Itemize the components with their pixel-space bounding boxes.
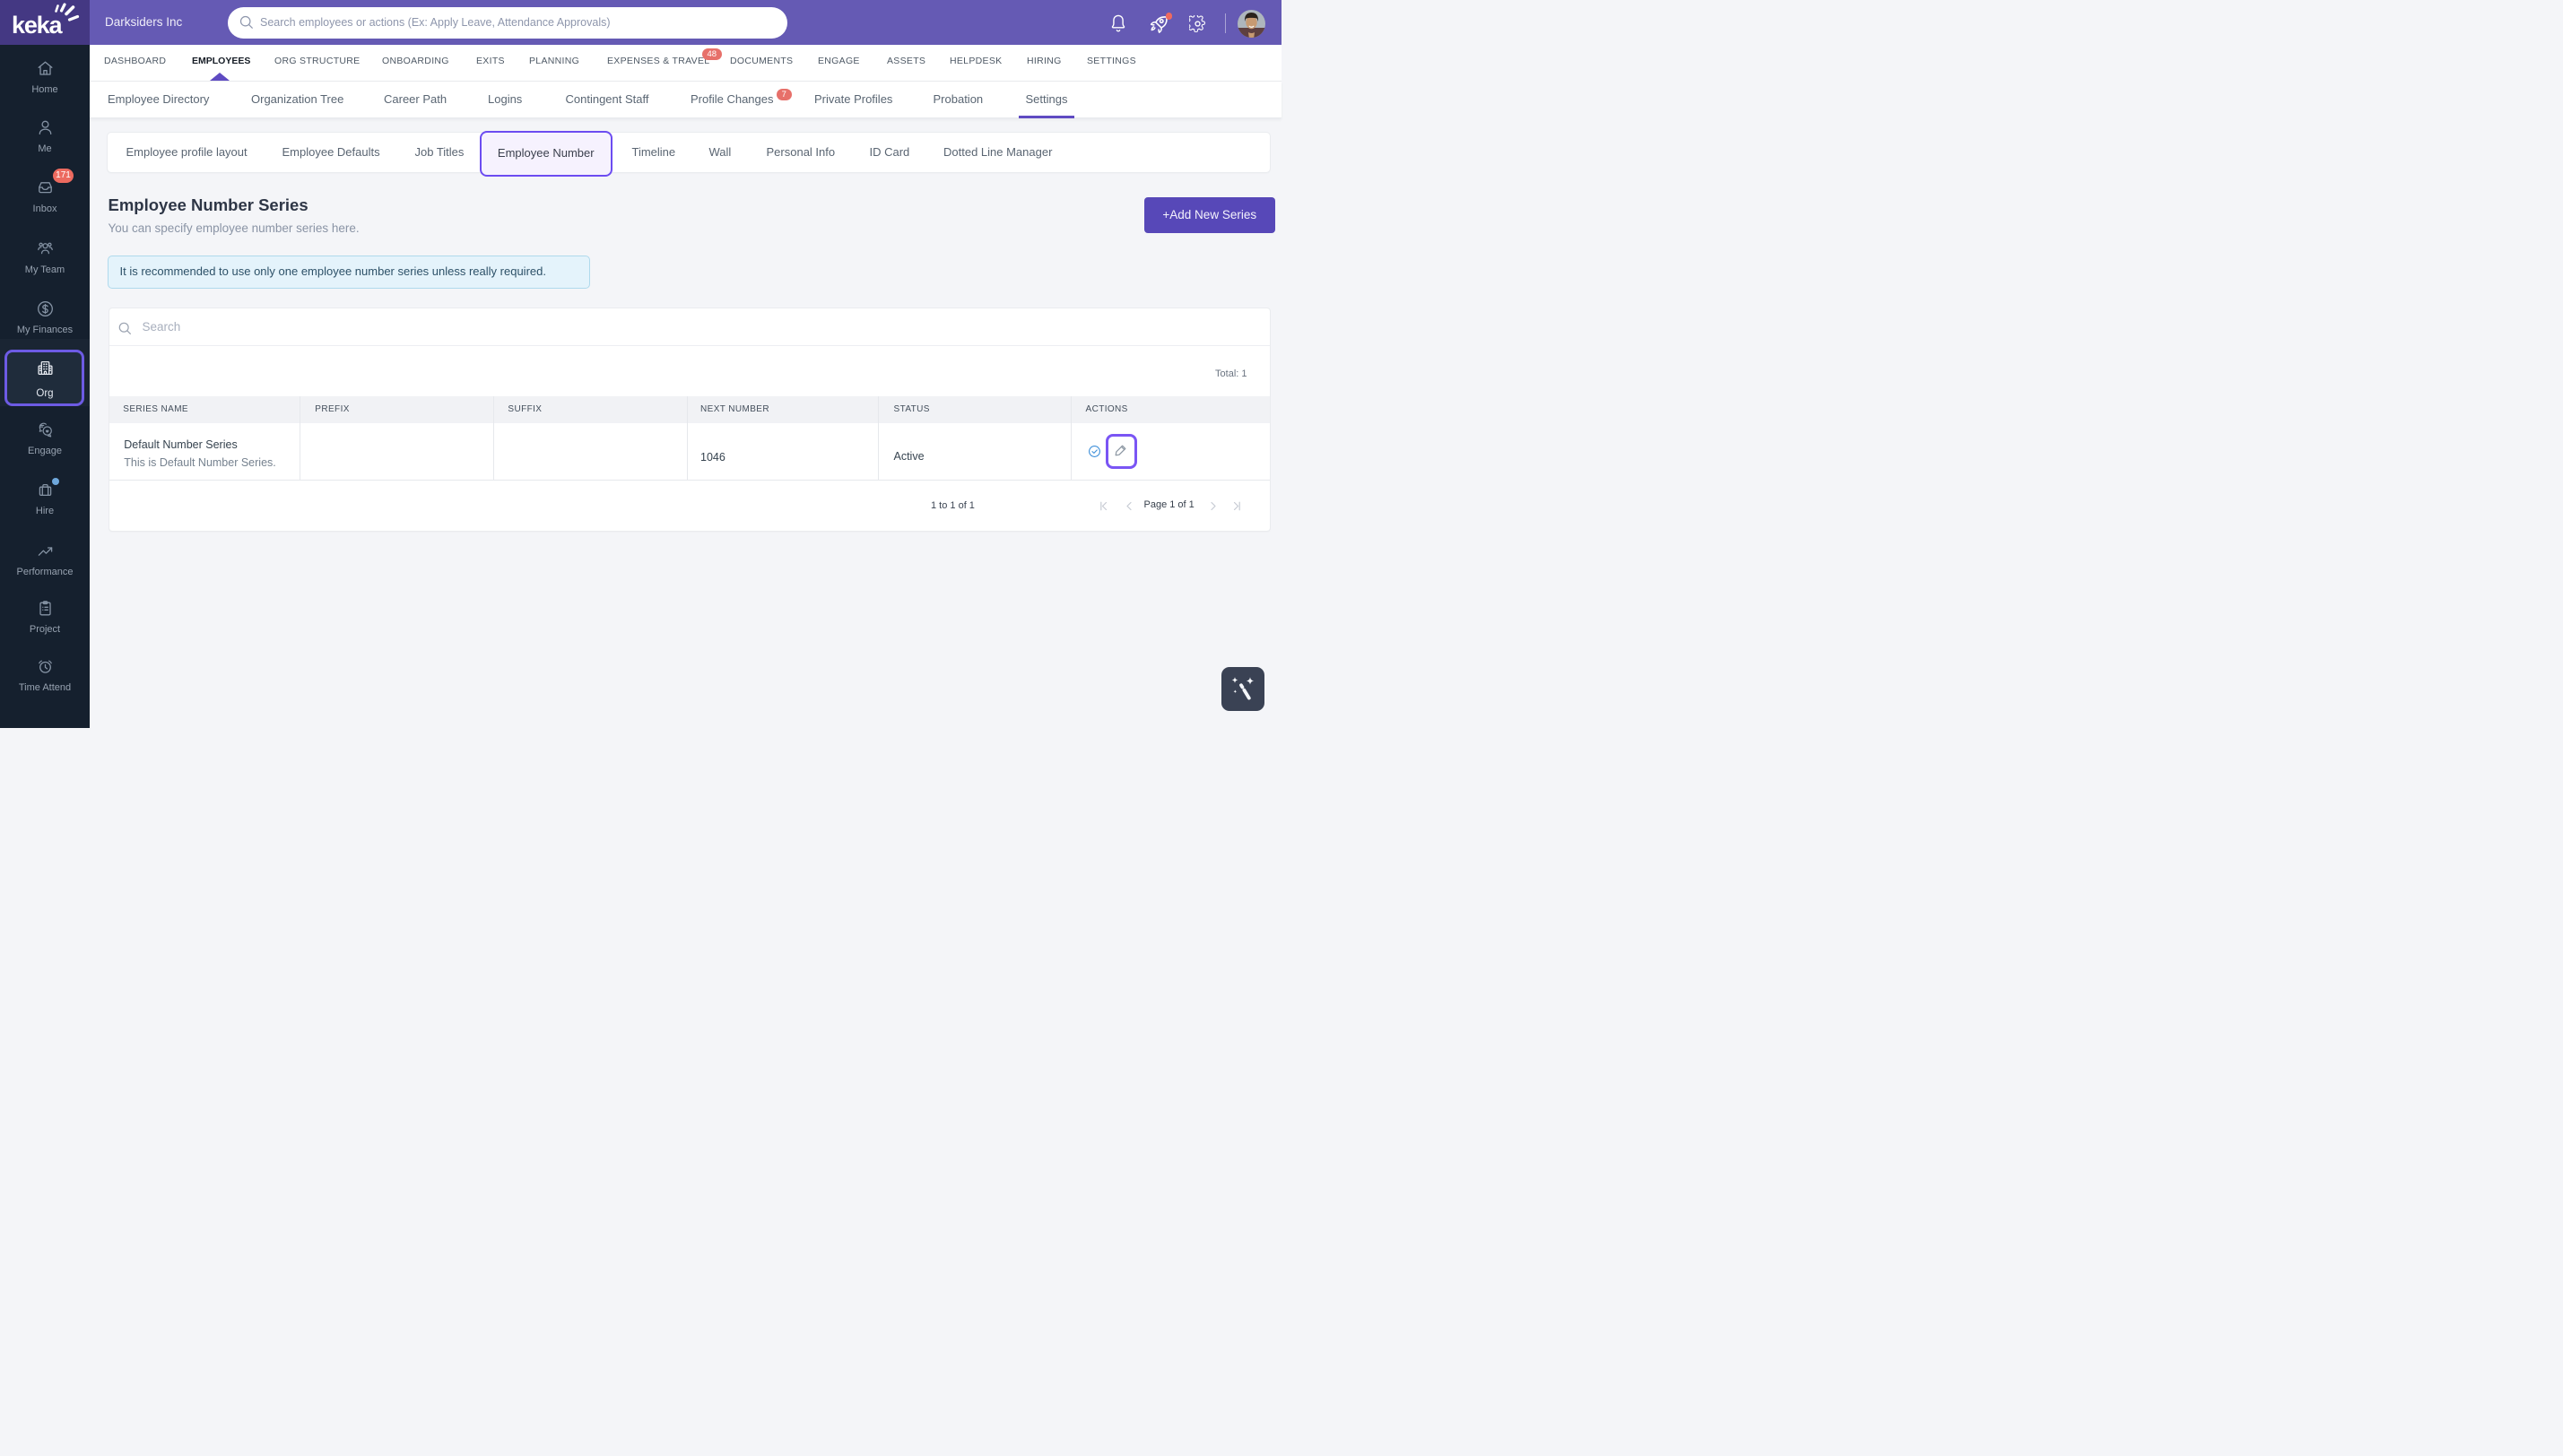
svg-text:keka: keka: [12, 12, 63, 39]
